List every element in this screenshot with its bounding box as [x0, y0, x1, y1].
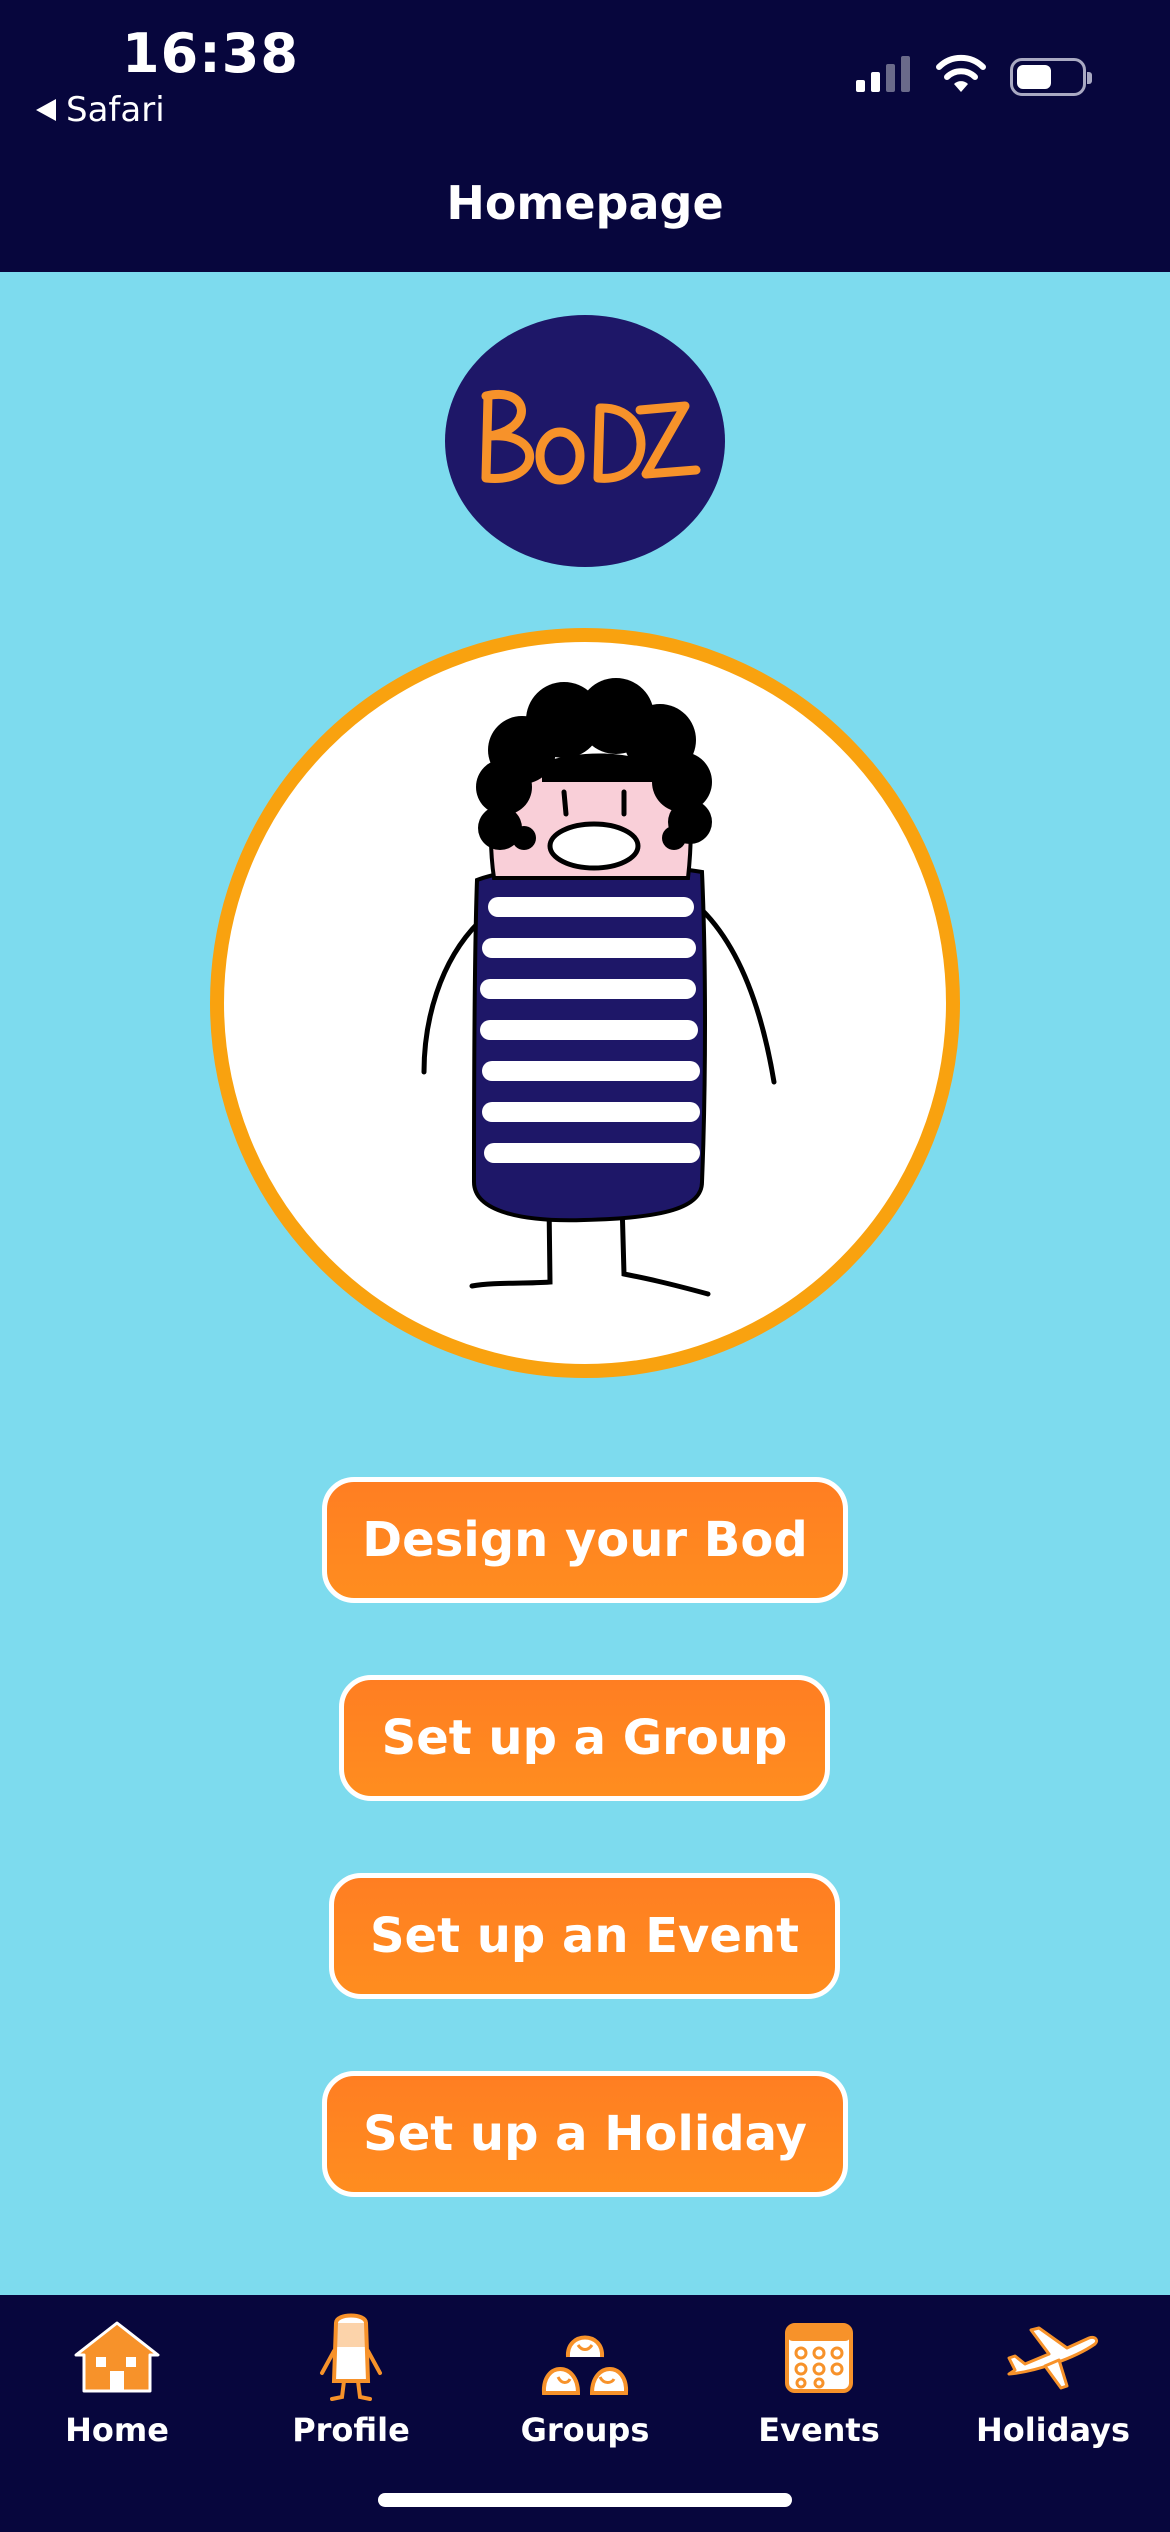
airplane-icon — [1007, 2326, 1099, 2390]
battery-icon — [1010, 58, 1092, 96]
house-icon — [74, 2321, 160, 2393]
tab-groups[interactable]: Groups — [468, 2295, 702, 2475]
design-your-bod-button[interactable]: Design your Bod — [322, 1477, 848, 1603]
calendar-icon — [785, 2323, 853, 2393]
top-header: 16:38 Safari Homepage — [0, 0, 1170, 272]
back-app-label: Safari — [66, 90, 165, 130]
group-icon — [541, 2335, 629, 2395]
bod-avatar-frame[interactable] — [210, 628, 960, 1378]
tab-events[interactable]: Events — [702, 2295, 936, 2475]
tab-holidays-label: Holidays — [975, 2411, 1131, 2449]
wifi-icon — [936, 54, 986, 92]
tab-groups-label: Groups — [520, 2411, 650, 2449]
tab-home-label: Home — [65, 2411, 169, 2449]
back-to-app-link[interactable]: Safari — [36, 90, 165, 130]
set-up-group-button[interactable]: Set up a Group — [339, 1675, 830, 1801]
set-up-event-button[interactable]: Set up an Event — [329, 1873, 840, 1999]
bodz-logo-wordmark — [481, 390, 701, 485]
tab-events-label: Events — [758, 2411, 880, 2449]
home-indicator[interactable] — [378, 2493, 792, 2507]
tab-home[interactable]: Home — [0, 2295, 234, 2475]
tab-profile-label: Profile — [292, 2411, 410, 2449]
status-time: 16:38 — [122, 22, 299, 85]
tab-holidays[interactable]: Holidays — [936, 2295, 1170, 2475]
person-icon — [320, 2313, 382, 2401]
set-up-holiday-button[interactable]: Set up a Holiday — [322, 2071, 848, 2197]
bodz-logo — [445, 315, 725, 567]
back-arrow-icon — [36, 99, 56, 121]
bod-character-icon — [421, 678, 777, 1297]
tab-profile[interactable]: Profile — [234, 2295, 468, 2475]
cellular-signal-icon — [856, 56, 910, 92]
page-title: Homepage — [446, 176, 724, 230]
